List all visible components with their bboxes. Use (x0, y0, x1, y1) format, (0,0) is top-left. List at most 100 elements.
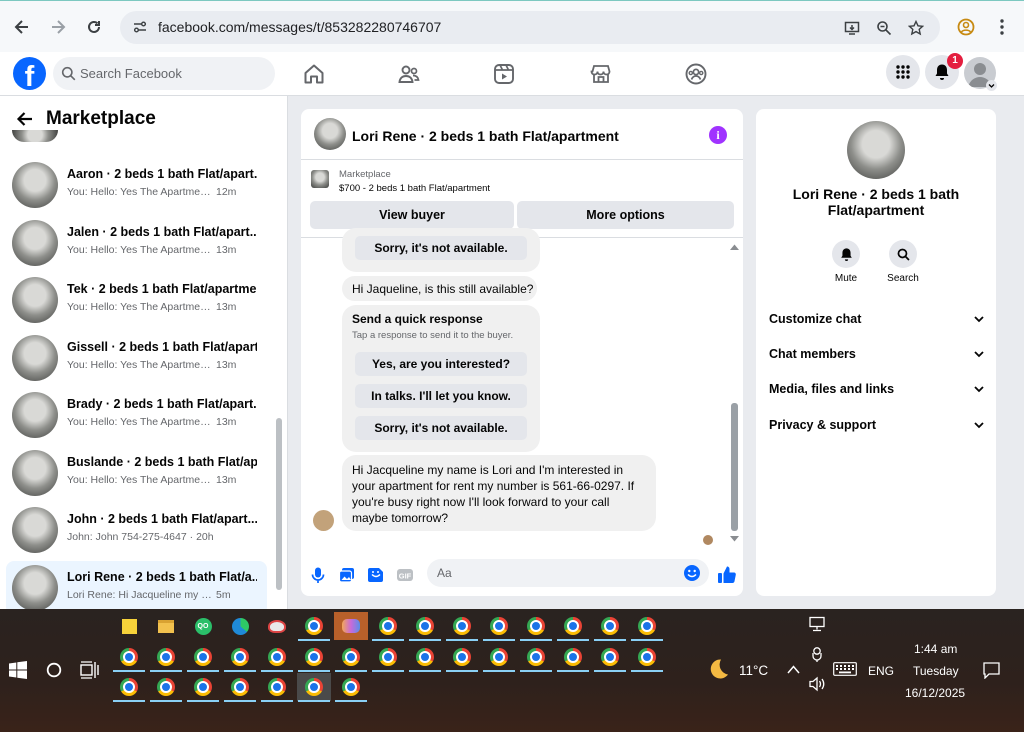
chrome-taskbar-icon[interactable] (149, 673, 183, 702)
chrome-taskbar-icon[interactable] (260, 643, 294, 672)
chrome-taskbar-icon[interactable] (482, 643, 516, 672)
chrome-taskbar-icon[interactable] (297, 643, 331, 672)
chrome-taskbar-icon[interactable] (186, 673, 220, 702)
chrome-taskbar-icon[interactable] (630, 612, 664, 641)
thumbs-up-icon[interactable] (717, 565, 737, 585)
chat-title[interactable]: Lori Rene · 2 beds 1 bath Flat/apartment (352, 128, 619, 144)
privacy-support-row[interactable]: Privacy & support (769, 415, 984, 435)
sidebar-scrollbar[interactable] (276, 418, 282, 590)
conversation-item[interactable]: Aaron · 2 beds 1 bath Flat/apart... You: … (6, 158, 267, 212)
conversation-item[interactable]: Buslande · 2 beds 1 bath Flat/ap... You: … (6, 446, 267, 500)
conversation-item[interactable]: Gissell · 2 beds 1 bath Flat/apart... You… (6, 331, 267, 385)
chrome-taskbar-icon[interactable] (297, 612, 331, 641)
account-chevron-icon[interactable] (986, 80, 997, 91)
browser-menu-icon[interactable] (991, 16, 1013, 38)
search-in-chat-button[interactable]: Search (873, 240, 933, 284)
chrome-taskbar-icon[interactable] (112, 643, 146, 672)
bookmark-star-icon[interactable] (907, 19, 925, 37)
quick-reply-unavailable-button[interactable]: Sorry, it's not available. (355, 416, 527, 440)
contact-name[interactable]: Lori Rene · 2 beds 1 bath Flat/apartment (756, 186, 996, 218)
back-arrow-icon[interactable] (11, 16, 33, 38)
chat-members-row[interactable]: Chat members (769, 344, 984, 364)
edge-taskbar-icon[interactable] (223, 612, 257, 640)
message-input[interactable]: Aa (427, 559, 709, 587)
forward-arrow-icon[interactable] (47, 16, 69, 38)
chrome-taskbar-icon[interactable] (519, 612, 553, 641)
chrome-taskbar-icon[interactable] (556, 643, 590, 672)
qo-app-taskbar-icon[interactable]: QO (186, 612, 220, 640)
file-explorer-taskbar-icon[interactable] (149, 612, 183, 640)
chrome-taskbar-icon[interactable] (519, 643, 553, 672)
video-icon[interactable] (492, 62, 516, 86)
clock-time[interactable]: 1:44 am (914, 642, 957, 656)
info-icon[interactable]: i (709, 126, 727, 144)
chrome-taskbar-icon[interactable] (408, 643, 442, 672)
paint-taskbar-icon[interactable] (260, 612, 294, 640)
copilot-taskbar-icon[interactable] (334, 612, 368, 640)
conversation-item[interactable]: Tek · 2 beds 1 bath Flat/apartme... You: … (6, 273, 267, 327)
chrome-taskbar-icon[interactable] (630, 643, 664, 672)
volume-icon[interactable] (808, 676, 826, 692)
chrome-taskbar-icon[interactable] (297, 673, 331, 702)
quick-reply-button[interactable]: Sorry, it's not available. (355, 236, 527, 260)
more-options-button[interactable]: More options (517, 201, 734, 229)
chrome-taskbar-icon[interactable] (371, 643, 405, 672)
site-info-icon[interactable] (132, 19, 148, 35)
chrome-taskbar-icon[interactable] (186, 643, 220, 672)
chrome-taskbar-icon[interactable] (334, 643, 368, 672)
people-icon[interactable] (810, 646, 824, 662)
facebook-search-input[interactable]: Search Facebook (53, 57, 275, 90)
keyboard-icon[interactable] (833, 662, 857, 676)
chrome-taskbar-icon[interactable] (112, 673, 146, 702)
conversation-item[interactable]: John · 2 beds 1 bath Flat/apart... John: … (6, 503, 267, 557)
notification-center-icon[interactable] (983, 662, 1000, 679)
weather-moon-icon[interactable] (706, 657, 730, 681)
chrome-taskbar-icon[interactable] (482, 612, 516, 641)
chrome-taskbar-icon[interactable] (445, 643, 479, 672)
menu-grid-icon[interactable] (886, 55, 920, 89)
sender-avatar[interactable] (313, 510, 334, 531)
chrome-taskbar-icon[interactable] (334, 673, 368, 702)
facebook-logo-icon[interactable]: f (13, 57, 46, 90)
scroll-down-arrow-icon[interactable] (729, 535, 740, 543)
microphone-icon[interactable] (309, 566, 327, 584)
temperature[interactable]: 11°C (739, 663, 768, 678)
chrome-taskbar-icon[interactable] (445, 612, 479, 641)
chevron-up-icon[interactable] (787, 665, 800, 674)
search-circle-icon[interactable] (46, 662, 62, 678)
chrome-taskbar-icon[interactable] (408, 612, 442, 641)
media-files-links-row[interactable]: Media, files and links (769, 379, 984, 399)
chat-avatar[interactable] (314, 118, 346, 150)
contact-avatar[interactable] (847, 121, 905, 179)
chrome-taskbar-icon[interactable] (260, 673, 294, 702)
gif-icon[interactable]: GIF (396, 566, 414, 584)
chrome-taskbar-icon[interactable] (223, 643, 257, 672)
scroll-up-arrow-icon[interactable] (729, 243, 740, 251)
chrome-taskbar-icon[interactable] (593, 643, 627, 672)
clock-date[interactable]: 16/12/2025 (905, 686, 965, 700)
home-icon[interactable] (302, 62, 326, 86)
chrome-taskbar-icon[interactable] (371, 612, 405, 641)
sticker-icon[interactable] (367, 566, 385, 584)
chrome-taskbar-icon[interactable] (223, 673, 257, 702)
listing-thumbnail[interactable] (311, 170, 329, 188)
install-app-icon[interactable] (843, 19, 861, 37)
url-text[interactable]: facebook.com/messages/t/853282280746707 (158, 19, 441, 35)
view-buyer-button[interactable]: View buyer (310, 201, 514, 229)
zoom-icon[interactable] (875, 19, 893, 37)
chrome-taskbar-icon[interactable] (149, 643, 183, 672)
conversation-item[interactable]: Brady · 2 beds 1 bath Flat/apart... You: … (6, 388, 267, 442)
chat-scrollbar[interactable] (731, 403, 738, 531)
mute-button[interactable]: Mute (816, 240, 876, 284)
conversation-item[interactable]: Lori Rene · 2 beds 1 bath Flat/a... Lori … (6, 560, 267, 615)
profile-icon[interactable] (955, 16, 977, 38)
emoji-icon[interactable] (683, 564, 701, 582)
friends-icon[interactable] (397, 62, 421, 86)
network-icon[interactable] (808, 616, 826, 632)
groups-icon[interactable] (684, 62, 708, 86)
reload-icon[interactable] (83, 16, 105, 38)
marketplace-icon[interactable] (589, 62, 613, 86)
windows-start-icon[interactable] (9, 661, 27, 679)
sticky-notes-taskbar-icon[interactable] (112, 612, 146, 640)
listing-summary[interactable]: $700 - 2 beds 1 bath Flat/apartment (339, 183, 490, 194)
